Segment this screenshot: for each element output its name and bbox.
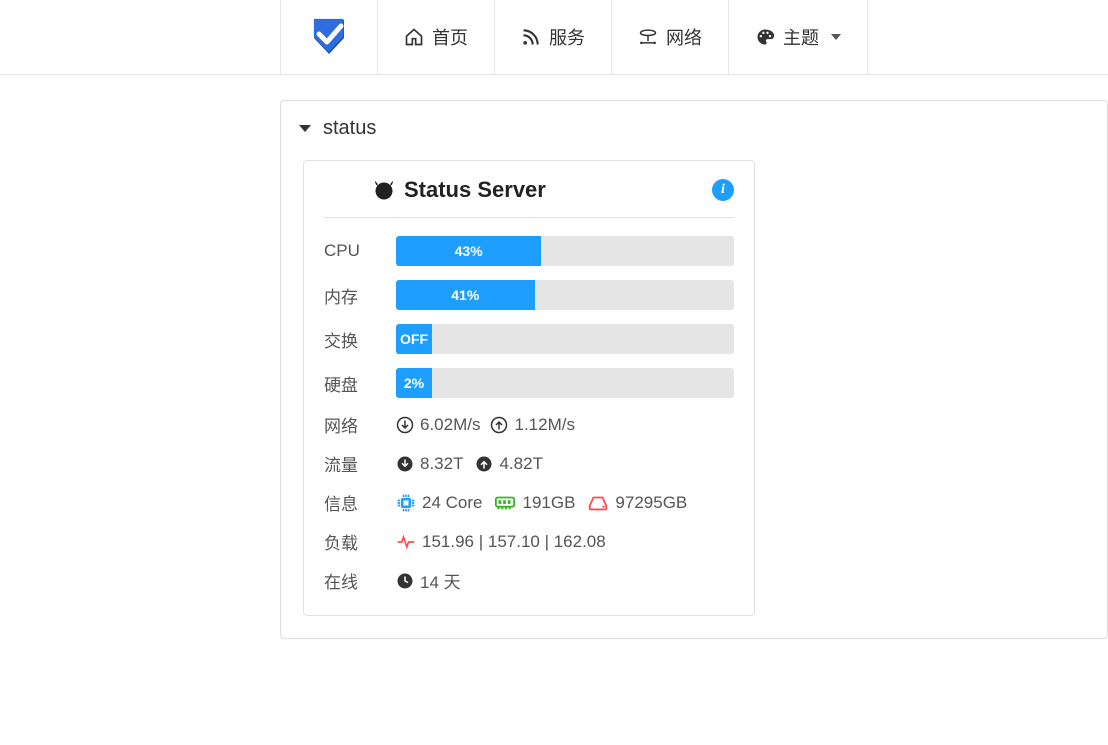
- label-uptime: 在线: [324, 568, 396, 593]
- panel-header[interactable]: status: [281, 101, 1107, 160]
- cpu-icon: [396, 493, 416, 513]
- row-uptime: 在线 14 天: [324, 568, 734, 593]
- label-memory: 内存: [324, 283, 396, 308]
- palette-icon: [755, 27, 775, 47]
- nav-theme[interactable]: 主题: [729, 0, 868, 74]
- label-cpu: CPU: [324, 241, 396, 261]
- shield-logo-icon: [308, 16, 350, 58]
- memory-bar: 41%: [396, 280, 734, 310]
- label-traffic: 流量: [324, 451, 396, 476]
- freebsd-icon: [372, 178, 396, 202]
- row-traffic: 流量 8.32T 4.82T: [324, 451, 734, 476]
- label-info: 信息: [324, 490, 396, 515]
- info-cores: 24 Core: [422, 493, 482, 513]
- traffic-down: 8.32T: [420, 454, 463, 474]
- nav-network[interactable]: 网络: [612, 0, 729, 74]
- clock-icon: [396, 572, 414, 590]
- network-icon: [638, 27, 658, 47]
- row-info: 信息 24 Core 191GB 97295GB: [324, 490, 734, 515]
- panel-title: status: [323, 117, 376, 140]
- nav-home-label: 首页: [432, 24, 468, 50]
- uptime-text: 14 天: [420, 568, 461, 593]
- row-cpu: CPU 43%: [324, 236, 734, 266]
- row-memory: 内存 41%: [324, 280, 734, 310]
- swap-bar: OFF: [396, 324, 734, 354]
- main: status Status Server i CPU 43% 内存 41%: [0, 75, 1108, 639]
- memory-bar-fill: 41%: [396, 280, 535, 310]
- load-text: 151.96 | 157.10 | 162.08: [422, 532, 606, 552]
- net-down: 6.02M/s: [420, 415, 480, 435]
- cpu-bar: 43%: [396, 236, 734, 266]
- nav-home[interactable]: 首页: [378, 0, 495, 74]
- upload-icon: [490, 416, 508, 434]
- rss-icon: [521, 27, 541, 47]
- download-icon: [396, 416, 414, 434]
- upload-solid-icon: [475, 455, 493, 473]
- label-load: 负载: [324, 529, 396, 554]
- info-ram: 191GB: [522, 493, 575, 513]
- hdd-icon: [587, 494, 609, 512]
- nav-network-label: 网络: [666, 24, 702, 50]
- nav-services-label: 服务: [549, 24, 585, 50]
- disk-bar-fill: 2%: [396, 368, 432, 398]
- cpu-bar-fill: 43%: [396, 236, 541, 266]
- navbar: 首页 服务 网络 主题: [0, 0, 1108, 75]
- logo[interactable]: [280, 0, 378, 74]
- memory-icon: [494, 494, 516, 512]
- download-solid-icon: [396, 455, 414, 473]
- row-net: 网络 6.02M/s 1.12M/s: [324, 412, 734, 437]
- net-up: 1.12M/s: [514, 415, 574, 435]
- card-title-row: Status Server i: [324, 171, 734, 218]
- row-load: 负载 151.96 | 157.10 | 162.08: [324, 529, 734, 554]
- disk-bar: 2%: [396, 368, 734, 398]
- traffic-up: 4.82T: [499, 454, 542, 474]
- status-panel: status Status Server i CPU 43% 内存 41%: [280, 100, 1108, 639]
- activity-icon: [396, 533, 416, 551]
- collapse-caret-icon: [299, 125, 311, 132]
- nav-theme-label: 主题: [783, 24, 819, 50]
- row-swap: 交换 OFF: [324, 324, 734, 354]
- info-hdd: 97295GB: [615, 493, 687, 513]
- label-swap: 交换: [324, 327, 396, 352]
- swap-bar-fill: OFF: [396, 324, 432, 354]
- row-disk: 硬盘 2%: [324, 368, 734, 398]
- card-title: Status Server: [404, 177, 546, 203]
- label-disk: 硬盘: [324, 371, 396, 396]
- home-icon: [404, 27, 424, 47]
- chevron-down-icon: [831, 34, 841, 40]
- label-net: 网络: [324, 412, 396, 437]
- nav-services[interactable]: 服务: [495, 0, 612, 74]
- info-badge[interactable]: i: [712, 179, 734, 201]
- status-card: Status Server i CPU 43% 内存 41% 交换 OFF: [303, 160, 755, 616]
